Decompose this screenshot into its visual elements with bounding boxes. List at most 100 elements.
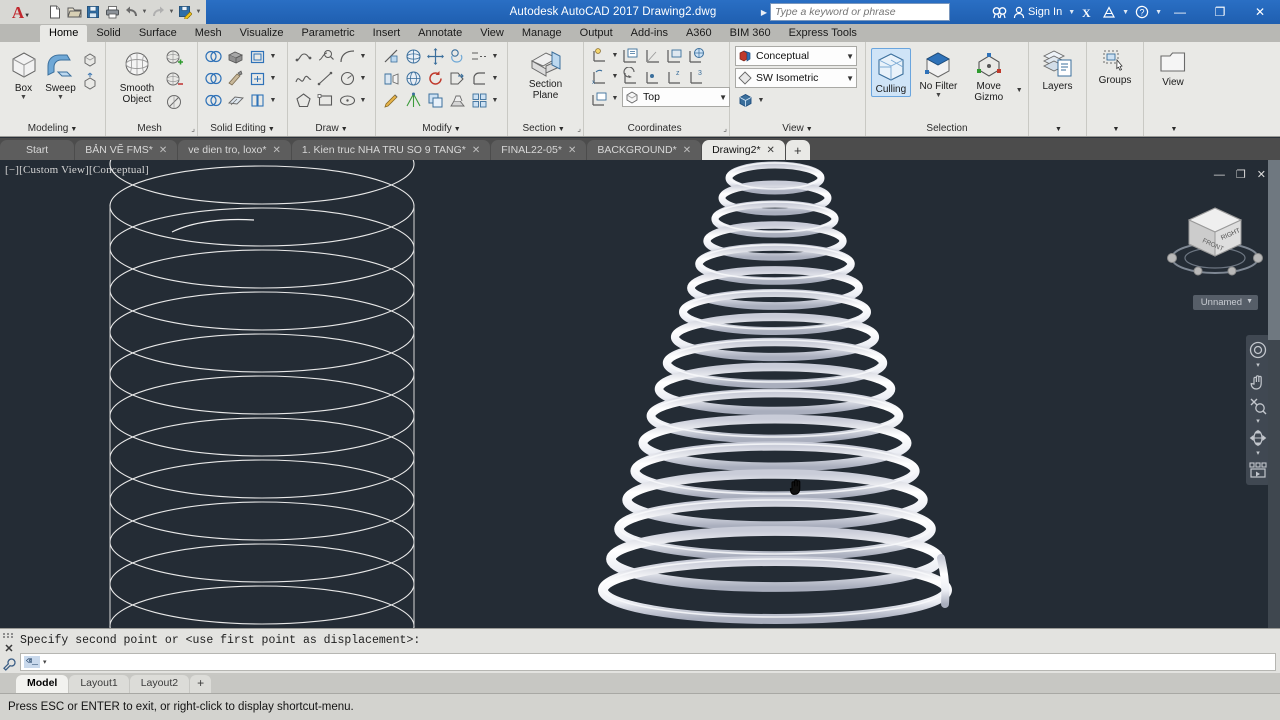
layout-tab-layout2[interactable]: Layout2 bbox=[129, 675, 190, 693]
command-line-tools-icon[interactable] bbox=[2, 658, 16, 671]
ucs-named-icon[interactable] bbox=[620, 45, 641, 66]
trim-icon[interactable] bbox=[447, 68, 468, 89]
plot-icon[interactable] bbox=[103, 2, 121, 22]
panel-title-mesh[interactable]: Mesh ⌟ bbox=[108, 122, 195, 136]
fillet-icon[interactable] bbox=[469, 68, 490, 89]
search-input[interactable] bbox=[770, 3, 950, 21]
tab-express-tools[interactable]: Express Tools bbox=[780, 25, 866, 42]
polyline-edit-icon[interactable] bbox=[315, 46, 336, 67]
panel-title-solid-editing[interactable]: Solid Editing ▼ bbox=[200, 122, 285, 136]
panel-title-modify[interactable]: Modify ▼ bbox=[378, 122, 505, 136]
circle-icon[interactable] bbox=[337, 68, 358, 89]
intersect-icon[interactable] bbox=[203, 90, 224, 111]
chevron-down-icon[interactable]: ▼ bbox=[611, 73, 619, 80]
tab-output[interactable]: Output bbox=[571, 25, 622, 42]
file-tab-ve-dien-tro[interactable]: ve dien tro, loxo* ✕ bbox=[178, 140, 291, 160]
tab-addins[interactable]: Add-ins bbox=[622, 25, 677, 42]
chevron-down-icon[interactable]: ▼ bbox=[1015, 87, 1023, 94]
ucs-z-axis-icon[interactable]: z bbox=[664, 66, 685, 87]
help-icon[interactable]: ? bbox=[1135, 5, 1149, 19]
spline-icon[interactable] bbox=[293, 68, 314, 89]
chevron-down-icon[interactable]: ▼ bbox=[558, 126, 565, 133]
section-plane-button[interactable]: Section Plane bbox=[515, 46, 577, 101]
chevron-down-icon[interactable]: ▼ bbox=[719, 93, 727, 102]
ucs-world-icon[interactable] bbox=[642, 45, 663, 66]
arc-icon[interactable] bbox=[337, 46, 358, 67]
view-tools-button[interactable]: View bbox=[1150, 46, 1196, 89]
command-input[interactable]: ⌫_ ▾ bbox=[20, 653, 1276, 671]
ucs-3point-icon[interactable]: 3 bbox=[686, 66, 707, 87]
drawing-viewport[interactable]: [−][Custom View][Conceptual] — ❐ ✕ FRONT… bbox=[0, 160, 1280, 628]
ucs-previous-icon[interactable] bbox=[620, 66, 641, 87]
named-view-dropdown[interactable]: Unnamed ▼ bbox=[1192, 295, 1258, 310]
orbit-icon[interactable] bbox=[1247, 427, 1269, 449]
ellipse-icon[interactable] bbox=[337, 90, 358, 111]
view-cube[interactable]: FRONT RIGHT bbox=[1160, 198, 1270, 295]
chevron-down-icon[interactable]: ▼ bbox=[269, 75, 277, 82]
layout-tab-layout1[interactable]: Layout1 bbox=[69, 675, 129, 693]
culling-button[interactable]: Culling bbox=[871, 48, 911, 97]
chevron-down-icon[interactable]: ▼ bbox=[269, 53, 277, 60]
panel-title-layers[interactable]: ▼ bbox=[1031, 122, 1084, 136]
sweep-button[interactable]: Sweep ▼ bbox=[42, 46, 79, 101]
file-tab-background[interactable]: BACKGROUND* ✕ bbox=[587, 140, 702, 160]
save-drawing-icon[interactable] bbox=[84, 2, 102, 22]
chevron-down-icon[interactable]: ▼ bbox=[359, 97, 367, 104]
command-line-close-icon[interactable]: ✕ bbox=[4, 642, 13, 655]
layout-tab-model[interactable]: Model bbox=[16, 675, 69, 693]
rotate-icon[interactable] bbox=[425, 68, 446, 89]
save-as-icon[interactable] bbox=[176, 2, 194, 22]
refine-mesh-icon[interactable] bbox=[163, 91, 184, 112]
panel-dialog-launcher-icon[interactable]: ⌟ bbox=[723, 122, 727, 135]
ucs-icon[interactable] bbox=[589, 45, 610, 66]
file-tab-drawing2[interactable]: Drawing2* ✕ bbox=[702, 140, 785, 160]
tab-solid[interactable]: Solid bbox=[87, 25, 129, 42]
subtract-icon[interactable] bbox=[203, 68, 224, 89]
viewport-vertical-scrollbar[interactable] bbox=[1268, 160, 1280, 628]
new-drawing-icon[interactable] bbox=[46, 2, 64, 22]
showmotion-icon[interactable] bbox=[1247, 459, 1269, 481]
line-icon[interactable] bbox=[315, 68, 336, 89]
tab-surface[interactable]: Surface bbox=[130, 25, 186, 42]
tab-home[interactable]: Home bbox=[40, 25, 88, 42]
panel-dialog-launcher-icon[interactable]: ⌟ bbox=[577, 122, 581, 135]
chevron-down-icon[interactable]: ▼ bbox=[20, 94, 27, 101]
chevron-down-icon[interactable]: ▾ bbox=[1256, 418, 1260, 425]
chevron-down-icon[interactable]: ▼ bbox=[70, 126, 77, 133]
new-layout-button[interactable]: + bbox=[190, 675, 212, 693]
new-file-tab-button[interactable]: + bbox=[785, 140, 810, 160]
panel-title-view-tools[interactable]: ▼ bbox=[1146, 122, 1200, 136]
file-tab-ban-ve-fms[interactable]: BẢN VẼ FMS* ✕ bbox=[75, 140, 178, 160]
layers-button[interactable]: Layers bbox=[1035, 46, 1081, 93]
shell-icon[interactable] bbox=[247, 90, 268, 111]
3d-scale-icon[interactable] bbox=[403, 90, 424, 111]
move-faces-icon[interactable] bbox=[247, 68, 268, 89]
chevron-down-icon[interactable]: ▼ bbox=[846, 52, 854, 61]
application-menu-button[interactable]: A ▼ bbox=[0, 0, 42, 24]
panel-title-coordinates[interactable]: Coordinates ⌟ bbox=[586, 122, 727, 136]
scrollbar-thumb[interactable] bbox=[1268, 160, 1280, 340]
panel-title-section[interactable]: Section ▼ ⌟ bbox=[510, 122, 581, 136]
zoom-extents-icon[interactable] bbox=[1247, 395, 1269, 417]
undo-icon[interactable] bbox=[122, 2, 140, 22]
ucs-dropdown[interactable]: Top ▼ bbox=[622, 87, 730, 107]
panel-title-view[interactable]: View ▼ bbox=[732, 122, 863, 136]
extrude-icon[interactable] bbox=[79, 48, 100, 69]
sign-in-button[interactable]: Sign In bbox=[1013, 6, 1062, 19]
move-gizmo-button[interactable]: Move Gizmo bbox=[966, 48, 1011, 103]
share-icon[interactable] bbox=[1102, 5, 1116, 19]
smooth-object-button[interactable]: Smooth Object bbox=[111, 46, 163, 105]
extrude-faces-icon[interactable] bbox=[225, 46, 246, 67]
presspull-icon[interactable] bbox=[79, 70, 100, 91]
redo-dropdown-icon[interactable]: ▼ bbox=[168, 9, 175, 15]
polygon-icon[interactable] bbox=[293, 90, 314, 111]
exchange-apps-icon[interactable]: X bbox=[1081, 6, 1096, 19]
close-button[interactable]: ✕ bbox=[1240, 0, 1280, 24]
restore-button[interactable]: ❐ bbox=[1200, 0, 1240, 24]
close-icon[interactable]: ✕ bbox=[683, 145, 691, 156]
tab-insert[interactable]: Insert bbox=[364, 25, 410, 42]
tab-bim360[interactable]: BIM 360 bbox=[721, 25, 780, 42]
viewpoint-dropdown[interactable]: SW Isometric ▼ bbox=[735, 68, 857, 88]
chevron-down-icon[interactable]: ▼ bbox=[57, 94, 64, 101]
panel-title-groups[interactable]: ▼ bbox=[1089, 122, 1141, 136]
